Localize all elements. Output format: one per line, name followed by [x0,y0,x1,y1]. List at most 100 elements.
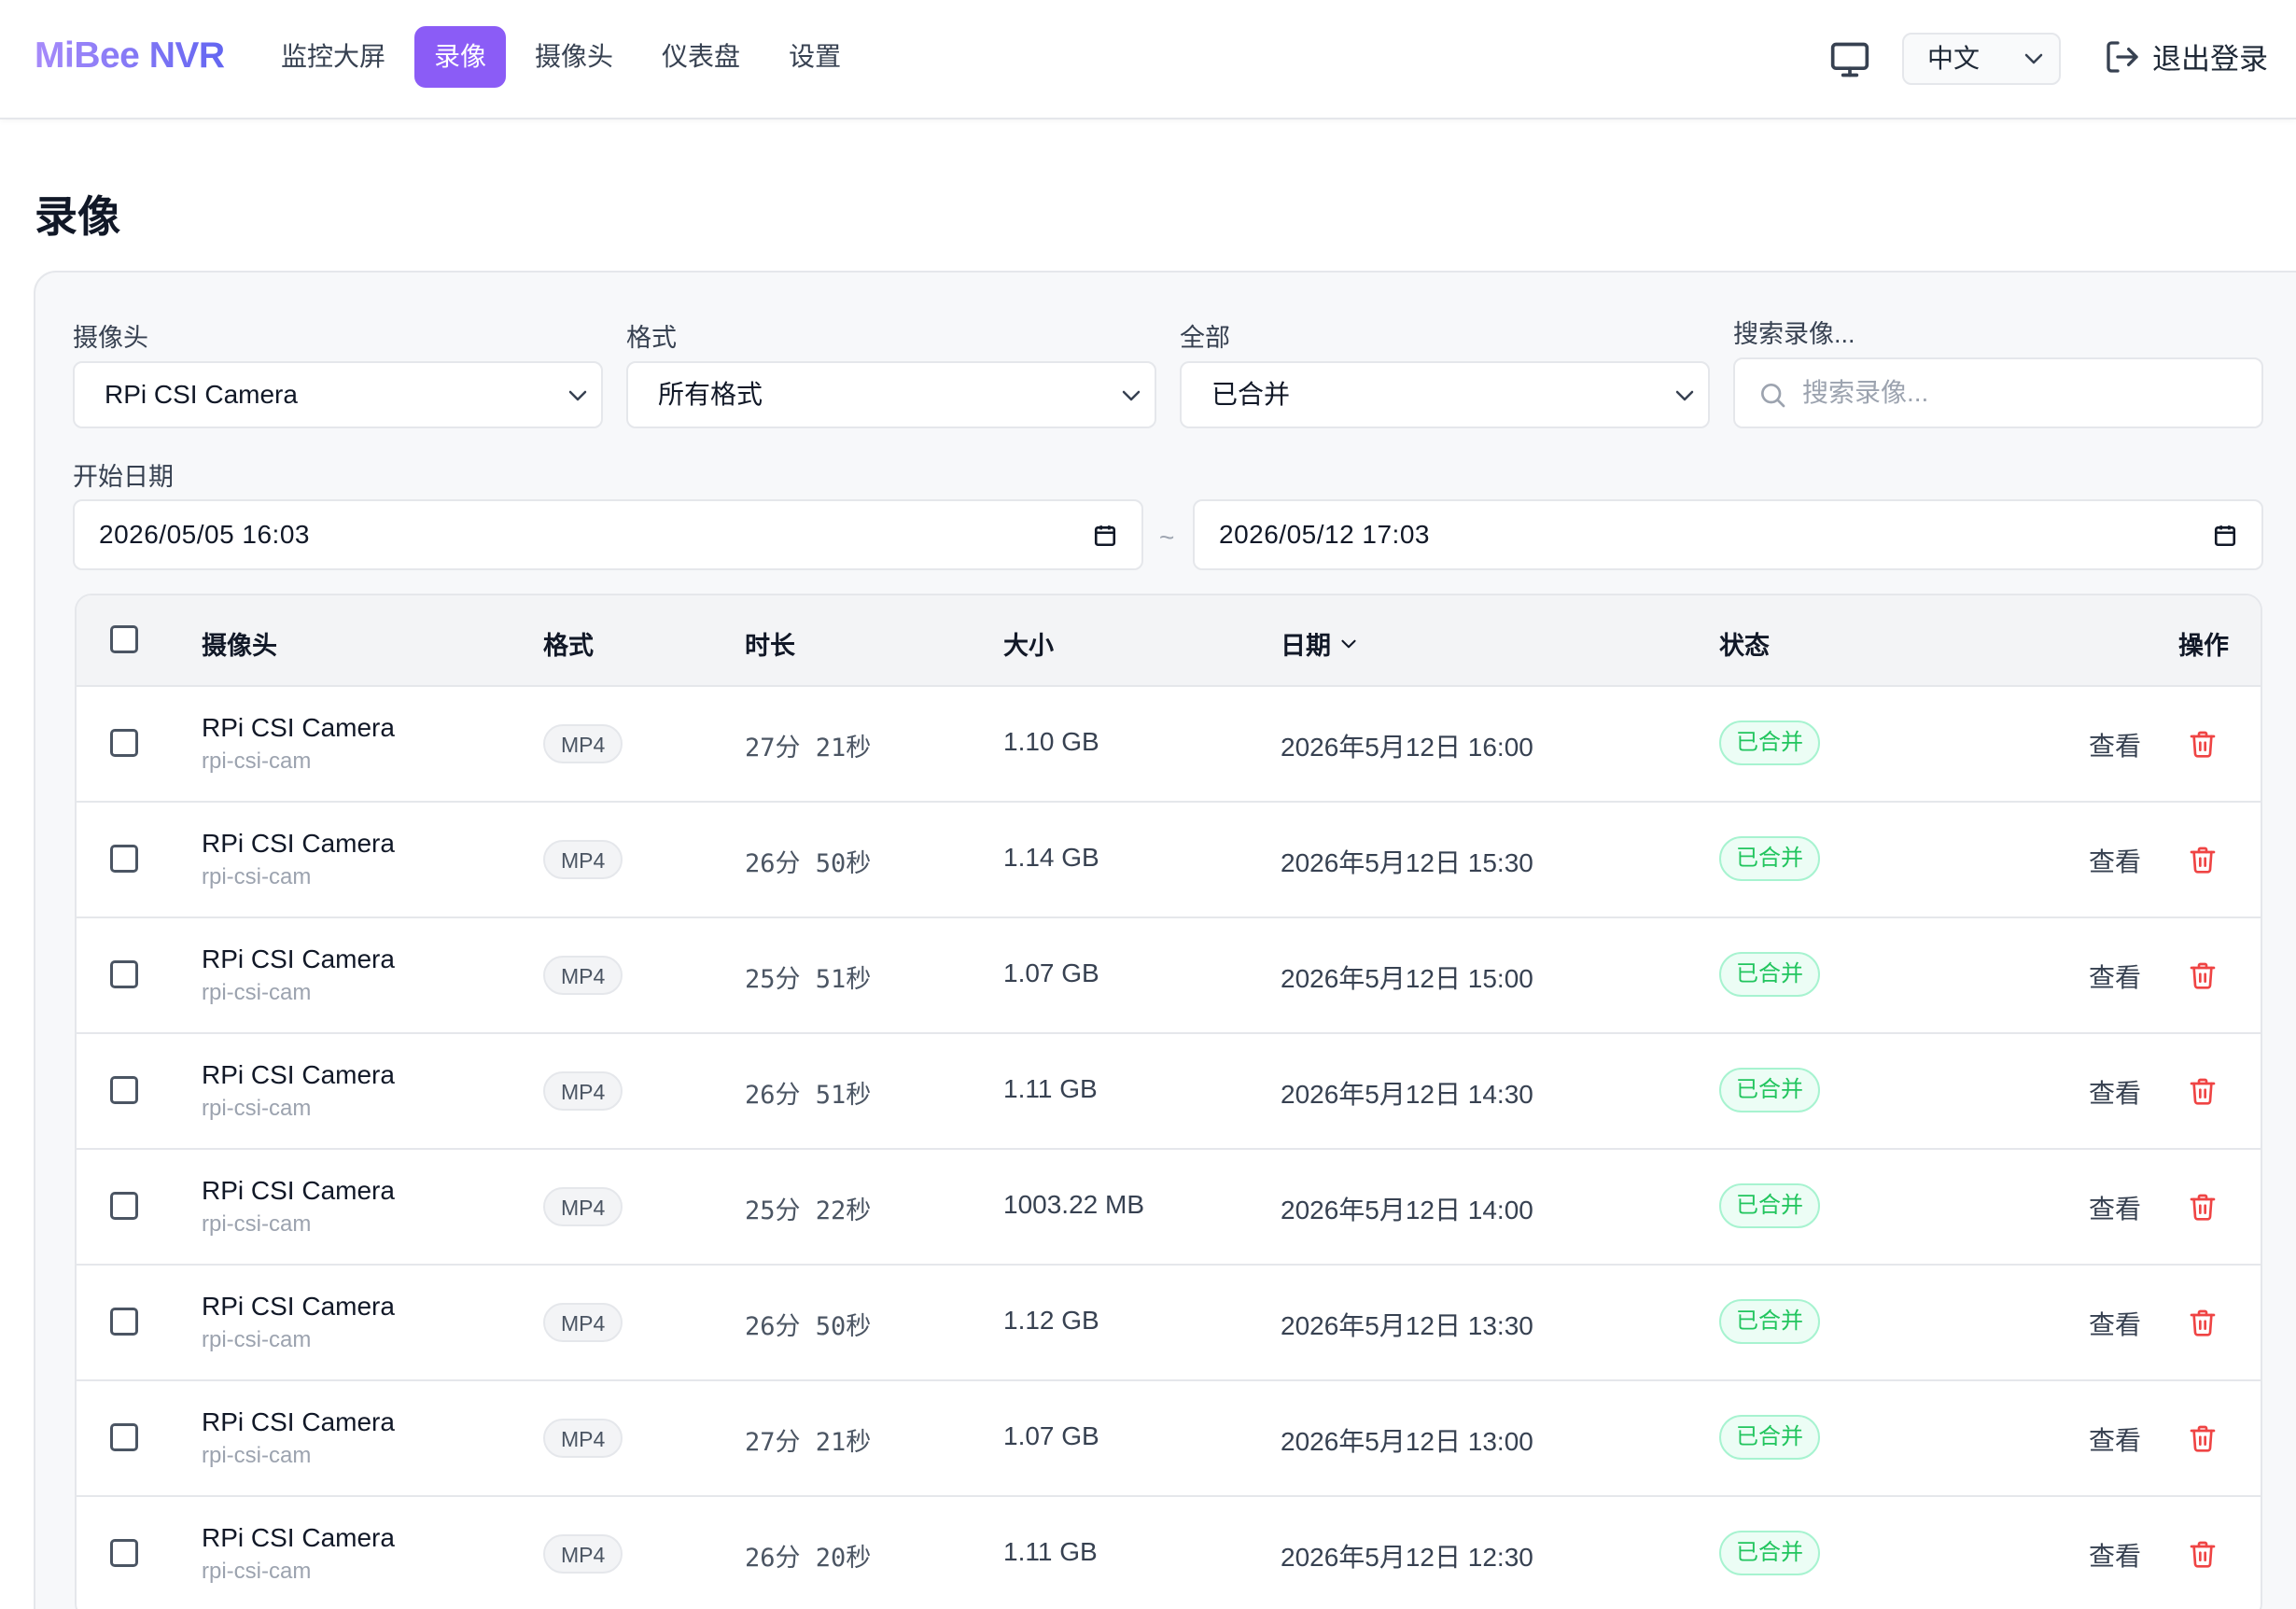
status-badge: 已合并 [1719,1531,1820,1575]
row-camera-name: RPi CSI Camera [202,1407,395,1436]
status-badge: 已合并 [1719,721,1820,765]
row-date: 2026年5月12日 16:00 [1281,733,1533,762]
trash-icon[interactable] [2188,1422,2218,1454]
nav-item-monitor-wall[interactable]: 监控大屏 [261,26,405,88]
table-row: RPi CSI Camera rpi-csi-cam MP4 26分 20秒 1… [77,1497,2261,1609]
main-nav: 监控大屏 录像 摄像头 仪表盘 设置 [261,26,861,88]
brand-logo[interactable]: MiBee NVR [35,35,225,77]
end-date-value: 2026/05/12 17:03 [1219,520,1430,549]
format-filter-value: 所有格式 [658,380,763,409]
monitor-icon[interactable] [1829,39,1870,80]
nav-item-dashboard[interactable]: 仪表盘 [642,26,760,88]
logout-button[interactable]: 退出登录 [2104,35,2268,77]
search-field[interactable] [1733,357,2263,428]
row-camera-name: RPi CSI Camera [202,1060,395,1089]
trash-icon[interactable] [2188,1075,2218,1107]
row-checkbox[interactable] [110,1308,138,1336]
format-badge: MP4 [543,724,623,763]
format-badge: MP4 [543,1303,623,1342]
view-button[interactable]: 查看 [2089,1536,2141,1574]
row-camera-id: rpi-csi-cam [202,980,312,1005]
row-camera-name: RPi CSI Camera [202,1292,395,1321]
table-row: RPi CSI Camera rpi-csi-cam MP4 26分 50秒 1… [77,803,2261,918]
row-size: 1.07 GB [1003,958,1099,987]
view-button[interactable]: 查看 [2089,1305,2141,1342]
row-checkbox[interactable] [110,845,138,873]
view-button[interactable]: 查看 [2089,1073,2141,1111]
column-header-size: 大小 [1003,632,1054,660]
trash-icon[interactable] [2188,844,2218,875]
column-header-format: 格式 [543,632,594,660]
nav-item-settings[interactable]: 设置 [769,26,861,88]
format-filter-select[interactable]: 所有格式 [626,361,1156,428]
trash-icon[interactable] [2188,1307,2218,1338]
camera-filter-value: RPi CSI Camera [105,380,298,409]
page-title: 录像 [35,192,120,241]
row-duration: 25分 51秒 [745,965,872,994]
status-badge: 已合并 [1719,1183,1820,1228]
status-badge: 已合并 [1719,952,1820,997]
calendar-icon[interactable] [2213,524,2237,548]
row-camera-id: rpi-csi-cam [202,749,312,774]
recordings-table: 摄像头 格式 时长 大小 日期 状态 操作 RPi CSI Camera rpi… [75,594,2262,1609]
row-duration: 26分 50秒 [745,1312,872,1341]
chevron-down-icon [2024,53,2043,64]
row-camera-name: RPi CSI Camera [202,829,395,858]
trash-icon[interactable] [2188,728,2218,760]
start-date-input[interactable]: 2026/05/05 16:03 [73,499,1143,570]
table-header: 摄像头 格式 时长 大小 日期 状态 操作 [77,595,2261,687]
view-button[interactable]: 查看 [2089,842,2141,879]
merge-filter-value: 已合并 [1211,380,1291,409]
column-header-duration: 时长 [745,632,795,660]
row-checkbox[interactable] [110,960,138,988]
row-checkbox[interactable] [110,729,138,757]
row-camera-id: rpi-csi-cam [202,1211,312,1237]
camera-filter-select[interactable]: RPi CSI Camera [73,361,603,428]
select-all-checkbox[interactable] [110,625,138,653]
logout-icon [2107,40,2138,73]
table-row: RPi CSI Camera rpi-csi-cam MP4 27分 21秒 1… [77,1381,2261,1497]
row-duration: 26分 51秒 [745,1081,872,1110]
row-duration: 26分 50秒 [745,849,872,878]
view-button[interactable]: 查看 [2089,958,2141,995]
row-camera-name: RPi CSI Camera [202,713,395,742]
format-badge: MP4 [543,1071,623,1111]
trash-icon[interactable] [2188,1191,2218,1223]
row-size: 1.11 GB [1003,1537,1098,1566]
merge-filter-select[interactable]: 已合并 [1180,361,1710,428]
status-badge: 已合并 [1719,1299,1820,1344]
format-badge: MP4 [543,1534,623,1574]
trash-icon[interactable] [2188,959,2218,991]
nav-item-cameras[interactable]: 摄像头 [515,26,633,88]
table-row: RPi CSI Camera rpi-csi-cam MP4 26分 50秒 1… [77,1266,2261,1381]
row-duration: 25分 22秒 [745,1196,872,1225]
row-checkbox[interactable] [110,1192,138,1220]
language-select[interactable]: 中文 [1902,33,2061,85]
view-button[interactable]: 查看 [2089,1189,2141,1226]
table-row: RPi CSI Camera rpi-csi-cam MP4 27分 21秒 1… [77,687,2261,803]
view-button[interactable]: 查看 [2089,1420,2141,1458]
trash-icon[interactable] [2188,1538,2218,1570]
table-row: RPi CSI Camera rpi-csi-cam MP4 25分 22秒 1… [77,1150,2261,1266]
row-camera-name: RPi CSI Camera [202,1523,395,1552]
row-checkbox[interactable] [110,1076,138,1104]
search-input[interactable] [1802,369,2176,417]
row-checkbox[interactable] [110,1539,138,1567]
status-badge: 已合并 [1719,1415,1820,1460]
nav-item-recordings[interactable]: 录像 [414,26,507,88]
language-select-value: 中文 [1927,44,1981,73]
row-size: 1.07 GB [1003,1421,1099,1450]
chevron-down-icon [1675,390,1694,401]
column-header-date[interactable]: 日期 [1281,625,1357,662]
end-date-input[interactable]: 2026/05/12 17:03 [1193,499,2263,570]
column-header-status: 状态 [1719,632,1770,660]
calendar-icon[interactable] [1093,524,1117,548]
row-camera-name: RPi CSI Camera [202,1176,395,1205]
row-date: 2026年5月12日 15:30 [1281,848,1533,877]
row-checkbox[interactable] [110,1423,138,1451]
row-date: 2026年5月12日 15:00 [1281,964,1533,993]
format-filter-label: 格式 [626,324,677,352]
search-label: 搜索录像... [1733,320,1855,348]
view-button[interactable]: 查看 [2089,726,2141,763]
row-duration: 27分 21秒 [745,1428,872,1457]
